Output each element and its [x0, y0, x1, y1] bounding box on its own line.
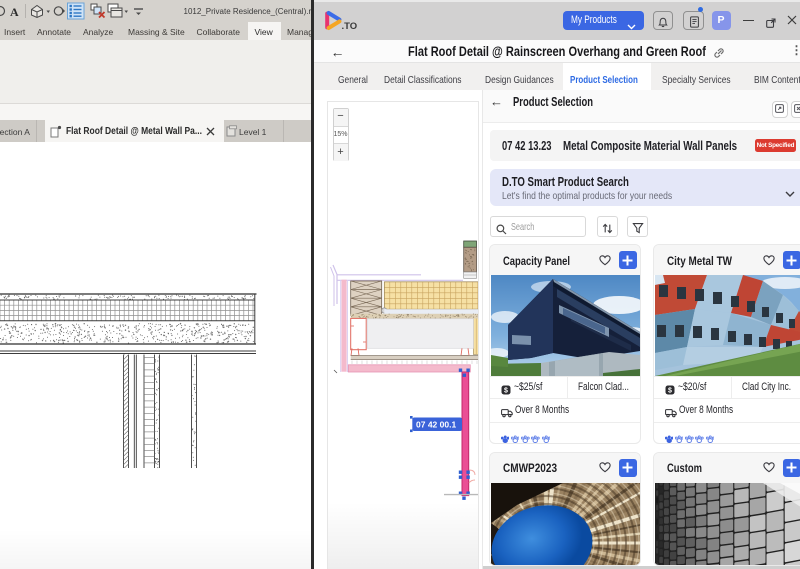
svg-text:.TO: .TO: [342, 21, 358, 31]
svg-text:A: A: [10, 5, 19, 19]
svg-text:$: $: [668, 387, 672, 394]
svg-text:$: $: [504, 387, 508, 394]
svg-text:07 42 00.1: 07 42 00.1: [416, 419, 456, 429]
